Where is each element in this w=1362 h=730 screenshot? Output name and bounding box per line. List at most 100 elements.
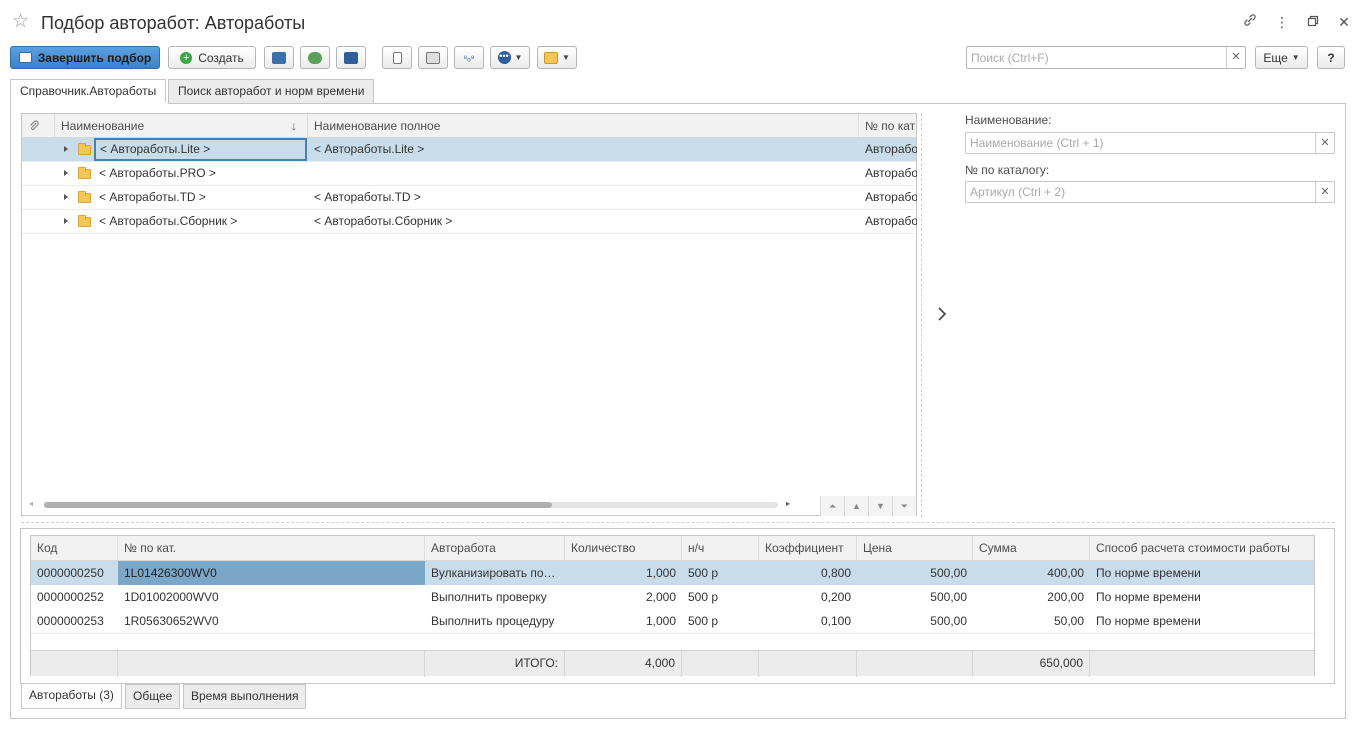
column-header-catalog-number[interactable]: № по кат. (118, 536, 425, 561)
tab-works[interactable]: Автоработы (3) (21, 684, 122, 709)
cell-catalog-number[interactable]: 1L01426300WV0 (118, 561, 425, 585)
expand-arrow-icon[interactable] (64, 146, 68, 152)
column-header-quantity[interactable]: Количество (565, 536, 682, 561)
total-sum: 650,000 (973, 651, 1090, 677)
options-dropdown-button[interactable]: ••• ▼ (490, 46, 530, 69)
expand-arrow-icon[interactable] (64, 194, 68, 200)
cell-coefficient: 0,200 (820, 590, 851, 604)
scroll-right-icon[interactable]: ▸ (786, 499, 790, 508)
search-input[interactable] (967, 47, 1245, 68)
expand-arrow-icon[interactable] (64, 218, 68, 224)
tab-execution-time[interactable]: Время выполнения (183, 684, 307, 709)
plus-icon: + (180, 51, 193, 64)
total-label: ИТОГО: (425, 651, 565, 677)
clear-name-filter-icon[interactable]: ✕ (1315, 133, 1334, 153)
add-folder-button[interactable] (264, 46, 294, 69)
cell-price: 500,00 (930, 566, 967, 580)
tree-row[interactable]: < Автоработы.Lite > < Автоработы.Lite > … (22, 138, 917, 162)
column-header-sum[interactable]: Сумма (973, 536, 1090, 561)
cell-price: 500,00 (930, 614, 967, 628)
tab-search-works[interactable]: Поиск авторабот и норм времени (168, 79, 375, 103)
finish-selection-button[interactable]: Завершить подбор (10, 46, 160, 69)
clear-catalog-filter-icon[interactable]: ✕ (1315, 182, 1334, 202)
column-header-catalog[interactable]: № по кат (859, 114, 917, 138)
column-header-work[interactable]: Авторабота (425, 536, 565, 561)
chevron-down-icon: ▼ (1291, 53, 1300, 62)
table-row[interactable]: 0000000253 1R05630652WV0 Выполнить проце… (31, 609, 1314, 633)
cell-sum: 50,00 (1053, 614, 1084, 628)
page-down-icon[interactable]: ▼ (868, 496, 892, 516)
search-field[interactable]: ✕ (966, 46, 1246, 69)
column-header-price[interactable]: Цена (857, 536, 973, 561)
name-filter-input[interactable] (966, 133, 1334, 153)
folder-add-icon (272, 51, 286, 64)
catalog-filter-input[interactable] (966, 182, 1334, 202)
clear-search-icon[interactable]: ✕ (1226, 47, 1245, 68)
create-button[interactable]: + Создать (168, 46, 256, 69)
print-button[interactable] (418, 46, 448, 69)
collapse-panel-chevron-icon[interactable] (936, 304, 950, 324)
column-header-calc-method[interactable]: Способ расчета стоимости работы (1090, 536, 1314, 561)
tree-row[interactable]: < Автоработы.PRO > Авторабот (22, 162, 917, 186)
more-vertical-icon[interactable]: ⋮ (1272, 12, 1292, 32)
works-tree-table[interactable]: Наименование ↓ Наименование полное № по … (21, 113, 917, 516)
restore-window-icon[interactable] (1303, 12, 1323, 32)
page-up-icon[interactable]: ▲ (844, 496, 868, 516)
total-cell-empty (682, 651, 759, 677)
tree-row[interactable]: < Автоработы.Сборник > < Автоработы.Сбор… (22, 210, 917, 234)
vertical-splitter[interactable] (921, 113, 922, 517)
first-page-icon[interactable]: ⏶ (820, 496, 844, 516)
column-header-code[interactable]: Код (31, 536, 118, 561)
cell-work: Вулканизировать полуось (431, 566, 565, 580)
column-header-norm-hour[interactable]: н/ч (682, 536, 759, 561)
paperclip-icon (30, 120, 39, 131)
ellipsis-circle-icon: ••• (497, 51, 511, 64)
catalog-filter-field[interactable]: ✕ (965, 181, 1335, 203)
chevron-down-icon: ▼ (514, 53, 523, 62)
expand-arrow-icon[interactable] (64, 170, 68, 176)
column-header-full-name[interactable]: Наименование полное (308, 114, 859, 138)
tree-cell-catalog: Авторабот (865, 214, 917, 228)
folder-icon (78, 191, 91, 203)
report-dropdown-button[interactable]: ▼ (537, 46, 577, 69)
folder-icon (78, 167, 91, 179)
cell-norm-hour: 500 р (688, 590, 719, 604)
horizontal-splitter[interactable] (21, 522, 1335, 523)
more-button[interactable]: Еще ▼ (1255, 46, 1308, 69)
name-filter-field[interactable]: ✕ (965, 132, 1335, 154)
last-page-icon[interactable]: ⏷ (892, 496, 916, 516)
table-row[interactable]: 0000000250 1L01426300WV0 Вулканизировать… (31, 561, 1314, 585)
favorite-star-icon[interactable]: ☆ (12, 12, 32, 32)
tree-cell-full-name: < Автоработы.TD > (314, 190, 421, 204)
horizontal-scrollbar-thumb[interactable] (44, 502, 552, 508)
column-header-name-label: Наименование (61, 119, 145, 133)
column-header-coefficient[interactable]: Коэффициент (759, 536, 857, 561)
tab-general[interactable]: Общее (125, 684, 181, 709)
hierarchy-button[interactable]: ⁸ₒ⁸ (454, 46, 484, 69)
sort-arrow-icon: ↓ (291, 119, 297, 133)
folder-icon (78, 215, 91, 227)
hierarchy-icon: ⁸ₒ⁸ (463, 52, 475, 63)
cell-calc-method: По норме времени (1096, 566, 1201, 580)
finish-icon (18, 52, 32, 63)
finish-selection-label: Завершить подбор (37, 50, 152, 65)
link-icon[interactable] (1240, 12, 1260, 32)
copy-button[interactable] (300, 46, 330, 69)
tree-row[interactable]: < Автоработы.TD > < Автоработы.TD > Авто… (22, 186, 917, 210)
attachment-column-header[interactable] (22, 114, 55, 138)
cell-catalog-number: 1D01002000WV0 (124, 590, 219, 604)
total-cell-empty (759, 651, 857, 677)
columns-button[interactable] (336, 46, 366, 69)
print-icon (426, 51, 440, 64)
table-row[interactable]: 0000000252 1D01002000WV0 Выполнить прове… (31, 585, 1314, 609)
help-button[interactable]: ? (1317, 46, 1345, 69)
document-button[interactable] (382, 46, 412, 69)
column-header-name[interactable]: Наименование ↓ (55, 114, 308, 138)
selected-works-table[interactable]: Код № по кат. Авторабота Количество н/ч … (30, 535, 1315, 677)
close-window-icon[interactable]: ✕ (1334, 12, 1354, 32)
scroll-left-icon[interactable]: ◂ (29, 499, 33, 508)
cell-quantity: 1,000 (645, 614, 676, 628)
cell-catalog-number: 1R05630652WV0 (124, 614, 219, 628)
total-cell-empty (857, 651, 973, 677)
tab-catalog[interactable]: Справочник.Автоработы (10, 79, 167, 104)
